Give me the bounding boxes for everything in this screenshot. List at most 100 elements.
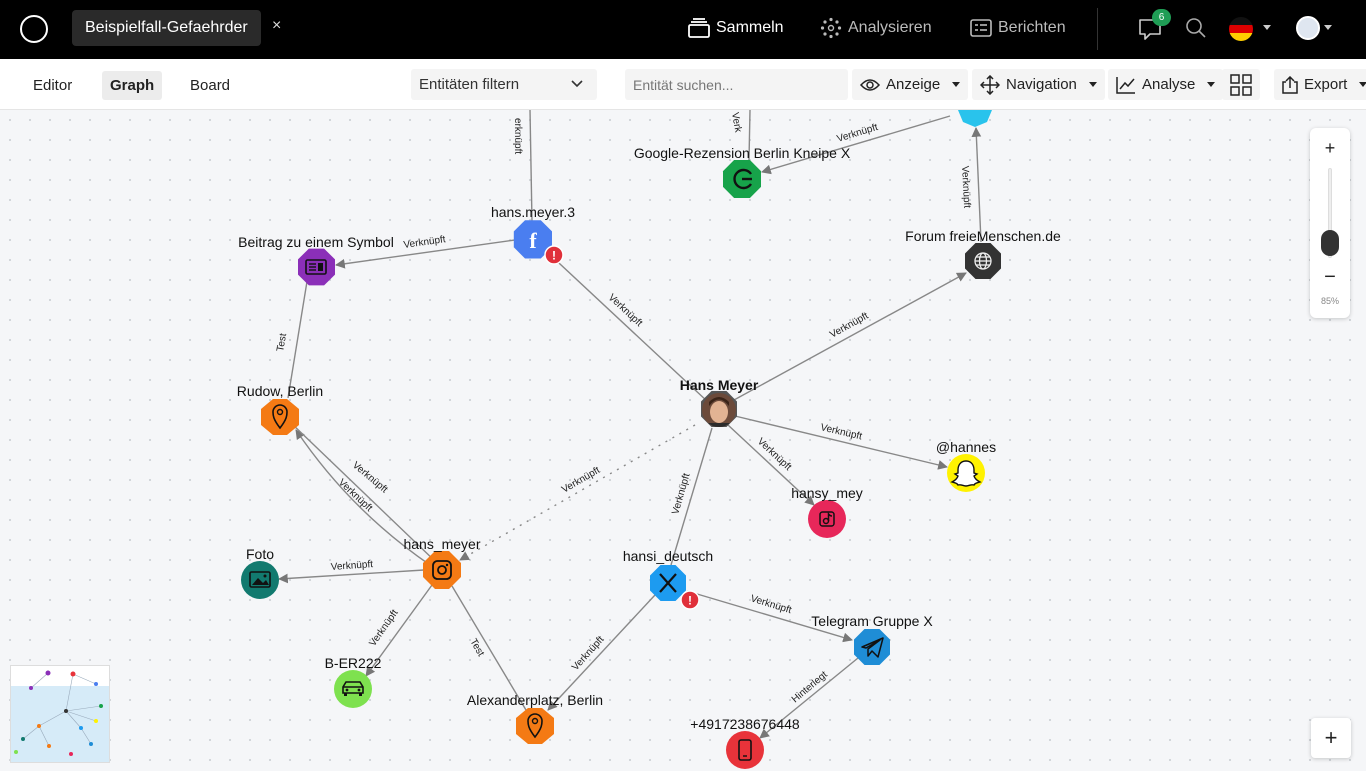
chevron-down-icon [571,80,583,88]
edge[interactable] [459,424,696,561]
edge-label: Verknüpft [560,465,602,496]
node-google[interactable]: Google-Rezension Berlin Kneipe X [634,145,851,198]
eye-icon [860,78,880,91]
node-hans-meyer-ig[interactable]: hans_meyer [403,536,481,589]
node-label: +4917238676448 [690,716,800,732]
caret-down-icon [1207,82,1216,87]
top-divider [1097,8,1098,50]
node-hannes[interactable]: @hannes [936,439,996,492]
grid-icon [1230,73,1252,96]
node-label: Telegram Gruppe X [811,613,933,629]
caret-down-icon [1359,82,1366,87]
nav-sammeln[interactable]: Sammeln [688,17,784,39]
app-logo[interactable] [20,15,48,43]
entity-filter-select[interactable]: Entitäten filtern [411,69,597,100]
analyse-label: Analyse [1142,76,1196,93]
facebook-icon: f [529,228,537,253]
node-hans-meyer[interactable]: Hans Meyer [680,377,759,431]
edge-label: Verknüpft [670,472,692,516]
navigation-button[interactable]: Navigation [972,69,1105,100]
node-label: B-ER222 [325,655,382,671]
svg-text:!: ! [688,594,692,608]
edge-label: Test [467,637,486,659]
case-tab[interactable]: Beispielfall-Gefaehrder [72,10,261,46]
nav-berichten[interactable]: Berichten [970,17,1066,39]
edge-label: Hinterlegt [790,669,830,705]
svg-text:!: ! [552,249,556,263]
caret-down-icon [952,82,961,87]
zoom-slider-handle[interactable] [1321,230,1339,256]
edge-label: Verknüpft [749,593,793,616]
minimap[interactable] [10,665,110,763]
tab-editor[interactable]: Editor [25,71,80,100]
navigation-label: Navigation [1006,76,1077,93]
node-hansy-mey[interactable]: hansy_mey [791,485,863,538]
entity-filter-label: Entitäten filtern [419,76,520,93]
nav-sammeln-label: Sammeln [716,19,784,36]
zoom-out-button[interactable]: − [1310,266,1350,289]
german-flag-icon[interactable] [1229,17,1253,41]
entity-search-input[interactable] [625,69,848,100]
edge-label: erknüpft [512,118,523,154]
add-entity-button[interactable]: + [1311,718,1351,758]
edge-label: Verknüpft [403,234,447,251]
node-phone[interactable]: +4917238676448 [690,716,800,769]
edge-label: Verknüpft [819,422,863,442]
top-bar: Beispielfall-Gefaehrder × Sammeln Analys… [0,0,1366,59]
user-caret-icon[interactable] [1324,25,1332,30]
search-icon[interactable] [1185,17,1207,39]
network-icon [820,17,842,39]
language-caret-icon[interactable] [1263,25,1271,30]
anzeige-button[interactable]: Anzeige [852,69,969,100]
anzeige-label: Anzeige [886,76,941,93]
toolbar: Editor Graph Board Entitäten filtern Anz… [0,59,1366,110]
tab-board[interactable]: Board [182,71,238,100]
report-icon [970,19,992,37]
export-label: Export [1304,76,1348,93]
node-foto[interactable]: Foto [241,546,279,599]
edge-label: Verk [729,112,743,135]
minimap-preview [11,670,109,762]
node-alexanderplatz[interactable]: Alexanderplatz, Berlin [467,692,603,744]
analyse-button[interactable]: Analyse [1108,69,1224,100]
nav-analysieren[interactable]: Analysieren [820,17,932,39]
stack-icon [688,18,710,38]
edge-label: Verknüpft [836,122,880,145]
node-label: @hannes [936,439,996,455]
caret-down-icon [1088,82,1097,87]
zoom-control: + − 85% [1310,128,1350,318]
node-telegram[interactable]: Telegram Gruppe X [811,613,933,665]
graph-svg[interactable]: erknüpft Verk Verknüpft Verknüpft Verknü… [0,110,1366,771]
edge[interactable] [733,272,967,401]
node-ber222[interactable]: B-ER222 [325,655,382,708]
tab-graph[interactable]: Graph [102,71,163,100]
node-hansi-deutsch[interactable]: ! hansi_deutsch [623,548,713,610]
close-case-tab-icon[interactable]: × [272,17,281,35]
node-label: Foto [246,546,274,562]
node-rudow[interactable]: Rudow, Berlin [237,383,323,435]
zoom-in-button[interactable]: + [1310,138,1350,159]
layout-grid-button[interactable] [1222,69,1260,100]
zoom-level: 85% [1320,296,1339,306]
edge-label: Verknüpft [959,166,972,209]
edge-label: Test [275,332,289,352]
node-label: Google-Rezension Berlin Kneipe X [634,145,851,161]
user-avatar[interactable] [1296,16,1320,40]
edge-label: Verknüpft [606,292,645,329]
node-label: hans.meyer.3 [491,204,575,220]
graph-canvas[interactable]: erknüpft Verk Verknüpft Verknüpft Verknü… [0,110,1366,771]
person-photo [702,393,736,427]
nav-berichten-label: Berichten [998,19,1066,36]
node-hans-meyer-3[interactable]: f ! hans.meyer.3 [491,204,575,265]
node-label: hans_meyer [403,536,480,552]
nav-analysieren-label: Analysieren [848,19,932,36]
node-forum[interactable]: Forum freieMenschen.de [905,228,1061,279]
edge[interactable] [971,127,982,243]
share-export-icon [1282,75,1298,94]
export-button[interactable]: Export [1274,69,1366,100]
node-label: hansy_mey [791,485,863,501]
partial-node[interactable] [958,110,992,127]
edge[interactable] [761,115,951,175]
move-arrows-icon [980,74,1000,95]
node-label: Forum freieMenschen.de [905,228,1061,244]
